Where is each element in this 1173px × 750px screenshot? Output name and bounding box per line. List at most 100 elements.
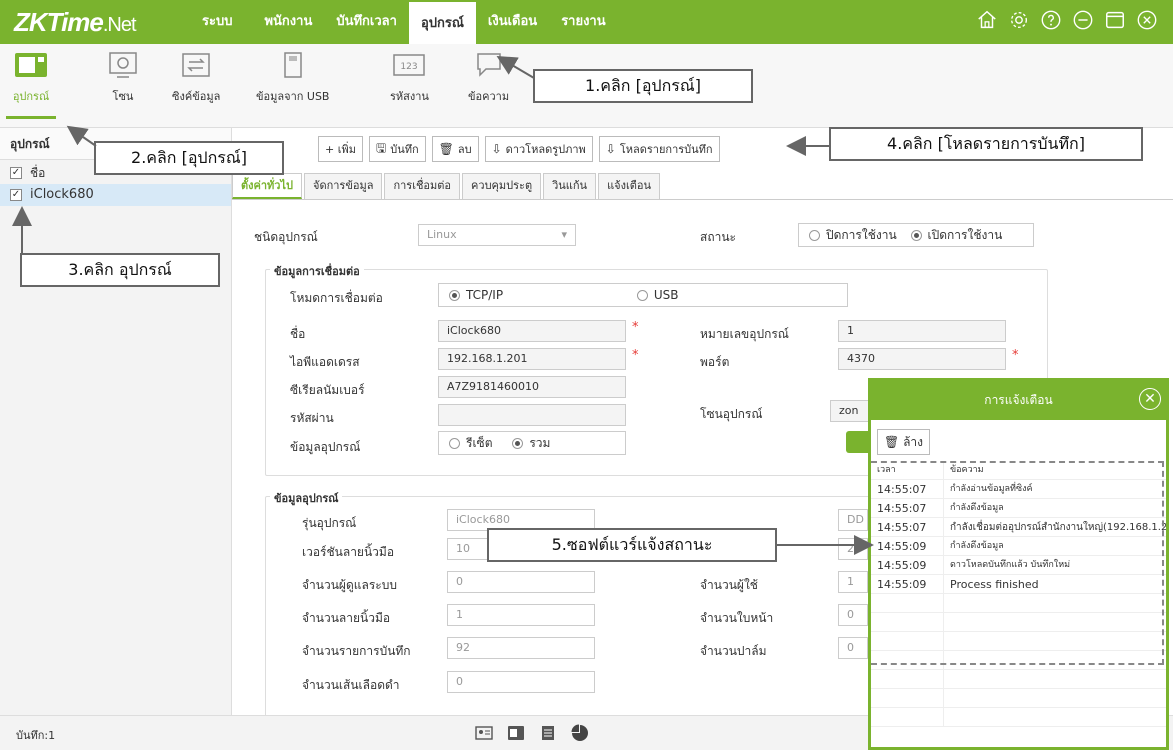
menu-payroll[interactable]: เงินเดือน <box>476 0 549 44</box>
help-icon[interactable] <box>1039 8 1063 32</box>
status-enable-radio[interactable] <box>910 230 922 241</box>
main-menu: ระบบ พนักงาน บันทึกเวลา อุปกรณ์ เงินเดือ… <box>190 0 618 44</box>
fp-count-label: จำนวนลายนิ้วมือ <box>302 611 391 625</box>
port-field[interactable]: 4370 <box>838 348 1006 370</box>
device-type-label: ชนิดอุปกรณ์ <box>254 230 318 244</box>
svg-text:123: 123 <box>401 62 418 72</box>
document-icon[interactable] <box>539 724 557 742</box>
required-mark: * <box>1012 348 1019 363</box>
menu-device[interactable]: อุปกรณ์ <box>408 2 476 44</box>
device-icon <box>12 50 50 80</box>
required-mark: * <box>632 320 639 335</box>
tab-door[interactable]: ควบคุมประตู <box>462 173 542 199</box>
add-button[interactable]: + เพิ่ม <box>318 136 363 162</box>
ribbon-device[interactable]: อุปกรณ์ <box>6 50 56 119</box>
ip-label: ไอพีแอดเดรส <box>290 355 360 369</box>
notification-title: การแจ้งเตือน <box>984 393 1053 407</box>
download-photo-button[interactable]: ⇩ ดาวโหลดรูปภาพ <box>484 136 593 162</box>
ribbon-usb[interactable]: ข้อมูลจาก USB <box>256 50 329 105</box>
callout-step-2: 2.คลิก [อุปกรณ์] <box>94 141 284 175</box>
ribbon-workcode[interactable]: 123 รหัสงาน <box>390 50 429 105</box>
password-field[interactable] <box>438 404 626 426</box>
ip-field[interactable]: 192.168.1.201 <box>438 348 626 370</box>
device-no-field[interactable]: 1 <box>838 320 1006 342</box>
callout-step-4: 4.คลิก [โหลดรายการบันทึก] <box>829 127 1143 161</box>
menu-employee[interactable]: พนักงาน <box>252 0 324 44</box>
download-icon: ⇩ <box>491 142 502 156</box>
devinfo-label: ข้อมูลอุปกรณ์ <box>290 440 361 454</box>
zone-label: โซนอุปกรณ์ <box>700 407 763 421</box>
download-records-button[interactable]: ⇩ โหลดรายการบันทึก <box>598 136 720 162</box>
port-label: พอร์ต <box>700 355 730 369</box>
save-button[interactable]: 🖫 บันทึก <box>368 136 426 162</box>
callout-step-5: 5.ซอฟต์แวร์แจ้งสถานะ <box>487 528 777 562</box>
device-tabs: ตั้งค่าทั่วไป จัดการข้อมูล การเชื่อมต่อ … <box>232 173 662 199</box>
record-count-label: จำนวนรายการบันทึก <box>302 644 411 658</box>
required-mark: * <box>632 348 639 363</box>
name-field[interactable]: iClock680 <box>438 320 626 342</box>
highlight-box <box>871 461 1164 665</box>
col-name-label: ชื่อ <box>30 166 46 180</box>
chevron-down-icon: ▾ <box>561 228 567 241</box>
admin-count-label: จำนวนผู้ดูแลระบบ <box>302 578 397 592</box>
trash-icon: 🗑 <box>438 142 454 156</box>
tab-alert[interactable]: แจ้งเตือน <box>598 173 661 199</box>
action-button[interactable] <box>846 431 868 453</box>
palm-count-field: 0 <box>838 637 868 659</box>
device-type-select[interactable]: Linux ▾ <box>418 224 576 246</box>
clear-button[interactable]: 🗑 ล้าง <box>877 429 931 455</box>
menu-report[interactable]: รายงาน <box>549 0 617 44</box>
serial-field[interactable]: A7Z9181460010 <box>438 376 626 398</box>
home-icon[interactable] <box>975 8 999 32</box>
log-row-empty <box>871 689 1166 708</box>
app-logo: ZKTime.Net <box>14 7 137 37</box>
right-info-field: DD <box>838 509 868 531</box>
menu-system[interactable]: ระบบ <box>190 0 244 44</box>
minimize-icon[interactable] <box>1071 8 1095 32</box>
device-list-item[interactable]: ✓ iClock680 <box>0 184 231 206</box>
ribbon-zone[interactable]: โซน <box>104 50 142 105</box>
zone-select[interactable]: zon <box>830 400 870 422</box>
close-icon[interactable]: ✕ <box>1139 388 1161 410</box>
log-row-empty <box>871 670 1166 689</box>
top-bar: ZKTime.Net ระบบ พนักงาน บันทึกเวลา อุปกร… <box>0 0 1173 44</box>
ribbon-sync[interactable]: ซิงค์ข้อมูล <box>172 50 220 105</box>
device-name: iClock680 <box>30 187 94 202</box>
conn-mode-radio-group: TCP/IP USB <box>438 283 848 307</box>
maximize-icon[interactable] <box>1103 8 1127 32</box>
menu-attendance[interactable]: บันทึกเวลา <box>324 0 409 44</box>
status-disable-radio[interactable] <box>809 230 820 241</box>
devinfo-reset-radio[interactable] <box>449 438 460 449</box>
close-icon[interactable] <box>1135 8 1159 32</box>
face-count-field: 0 <box>838 604 868 626</box>
pie-chart-icon[interactable] <box>571 724 589 742</box>
callout-step-3: 3.คลิก อุปกรณ์ <box>20 253 220 287</box>
devinfo-all-radio[interactable] <box>512 438 524 449</box>
id-card-icon[interactable] <box>475 724 493 742</box>
devinfo-radio-group: รีเซ็ต รวม <box>438 431 626 455</box>
gear-icon[interactable] <box>1007 8 1031 32</box>
tab-connection[interactable]: การเชื่อมต่อ <box>384 173 461 199</box>
conn-mode-label: โหมดการเชื่อมต่อ <box>290 291 383 305</box>
record-count-field: 92 <box>447 637 595 659</box>
delete-button[interactable]: 🗑 ลบ <box>431 136 479 162</box>
sync-icon <box>177 50 215 80</box>
message-icon <box>470 50 508 80</box>
status-radio-group: ปิดการใช้งาน เปิดการใช้งาน <box>798 223 1034 247</box>
status-label: สถานะ <box>700 230 736 244</box>
tab-data[interactable]: จัดการข้อมูล <box>304 173 383 199</box>
device-toolbar: + เพิ่ม 🖫 บันทึก 🗑 ลบ ⇩ ดาวโหลดรูปภาพ ⇩ โหลด… <box>240 136 720 162</box>
conn-usb-radio[interactable] <box>636 290 648 301</box>
trash-icon: 🗑 <box>884 435 900 449</box>
device-checkbox[interactable]: ✓ <box>10 189 22 201</box>
vein-count-label: จำนวนเส้นเลือดดำ <box>302 678 400 692</box>
tab-general[interactable]: ตั้งค่าทั่วไป <box>232 173 302 199</box>
select-all-checkbox[interactable]: ✓ <box>10 167 22 179</box>
ribbon-message[interactable]: ข้อความ <box>468 50 509 105</box>
conn-tcp-radio[interactable] <box>449 290 460 301</box>
window-controls <box>975 8 1159 32</box>
model-label: รุ่นอุปกรณ์ <box>302 516 357 530</box>
tab-wiegand[interactable]: วินแก้น <box>543 173 597 199</box>
serial-label: ซีเรียลนัมเบอร์ <box>290 383 365 397</box>
device-status-icon[interactable] <box>507 724 525 742</box>
